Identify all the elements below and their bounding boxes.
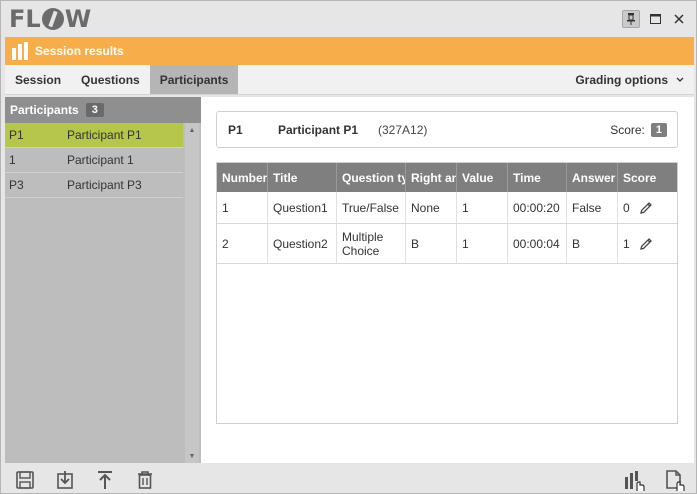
cell-score: 0 bbox=[618, 192, 677, 223]
bar-chart-icon bbox=[12, 42, 28, 60]
cell-title: Question2 bbox=[268, 224, 337, 263]
participant-name: Participant P1 bbox=[67, 128, 142, 142]
cell-score: 1 bbox=[618, 224, 677, 263]
cell-answer: False bbox=[567, 192, 618, 223]
save-icon[interactable] bbox=[14, 469, 36, 491]
cell-question-type: True/False bbox=[337, 192, 406, 223]
cell-value: 1 bbox=[457, 192, 508, 223]
tab-questions[interactable]: Questions bbox=[71, 65, 150, 94]
participant-id: P1 bbox=[9, 128, 24, 142]
table-row[interactable]: 1 Question1 True/False None 1 00:00:20 F… bbox=[217, 192, 677, 224]
title-bar: FL W bbox=[1, 1, 696, 36]
cell-right-answer: B bbox=[406, 224, 457, 263]
maximize-icon[interactable] bbox=[646, 10, 664, 28]
cell-time: 00:00:04 bbox=[508, 224, 567, 263]
trash-icon[interactable] bbox=[134, 469, 156, 491]
column-header-time[interactable]: Time bbox=[508, 163, 567, 192]
chart-icon[interactable] bbox=[623, 469, 645, 491]
selected-participant-name: Participant P1 bbox=[278, 122, 359, 137]
participants-title: Participants bbox=[10, 103, 79, 117]
column-header-question-type[interactable]: Question ty bbox=[337, 163, 406, 192]
selected-participant-id: P1 bbox=[228, 122, 243, 137]
tab-participants[interactable]: Participants bbox=[149, 65, 239, 94]
window-controls bbox=[622, 10, 688, 28]
participant-row[interactable]: P3 Participant P3 bbox=[5, 173, 183, 198]
import-icon[interactable] bbox=[54, 469, 76, 491]
participant-name: Participant P3 bbox=[67, 178, 142, 192]
column-header-score[interactable]: Score bbox=[618, 163, 677, 192]
cell-value: 1 bbox=[457, 224, 508, 263]
participant-info-box: P1 Participant P1 (327A12) Score: 1 bbox=[216, 111, 678, 148]
grading-options-label: Grading options bbox=[575, 72, 668, 87]
results-table: Number Title Question ty Right an Value … bbox=[216, 162, 678, 424]
flow-logo: FL W bbox=[9, 5, 92, 33]
cell-right-answer: None bbox=[406, 192, 457, 223]
column-header-title[interactable]: Title bbox=[268, 163, 337, 192]
participant-row[interactable]: 1 Participant 1 bbox=[5, 148, 183, 173]
cell-number: 2 bbox=[217, 224, 268, 263]
cell-title: Question1 bbox=[268, 192, 337, 223]
participant-detail-panel: P1 Participant P1 (327A12) Score: 1 Numb… bbox=[201, 97, 694, 463]
chevron-down-icon bbox=[676, 77, 684, 82]
cell-number: 1 bbox=[217, 192, 268, 223]
cell-answer: B bbox=[567, 224, 618, 263]
column-header-number[interactable]: Number bbox=[217, 163, 268, 192]
tab-bar: Session Questions Participants Grading o… bbox=[5, 65, 694, 95]
column-header-answer[interactable]: Answer bbox=[567, 163, 618, 192]
scroll-up-icon[interactable]: ▲ bbox=[185, 123, 199, 137]
scroll-down-icon[interactable]: ▼ bbox=[185, 449, 199, 463]
pin-icon[interactable] bbox=[622, 10, 640, 28]
score-badge: 1 bbox=[650, 122, 667, 137]
cell-time: 00:00:20 bbox=[508, 192, 567, 223]
score-label: Score: bbox=[610, 122, 645, 137]
participants-count-badge: 3 bbox=[85, 103, 104, 117]
cell-question-type: Multiple Choice bbox=[337, 224, 406, 263]
table-header: Number Title Question ty Right an Value … bbox=[217, 163, 677, 192]
score-display: Score: 1 bbox=[610, 122, 677, 137]
participant-row[interactable]: P1 Participant P1 bbox=[5, 123, 183, 148]
participant-id: P3 bbox=[9, 178, 24, 192]
column-header-value[interactable]: Value bbox=[457, 163, 508, 192]
app-window: FL W Session results Session Questions Pa… bbox=[0, 0, 697, 494]
participants-list: P1 Participant P1 1 Participant 1 P3 Par… bbox=[5, 123, 183, 198]
session-results-header: Session results bbox=[5, 37, 694, 65]
table-row[interactable]: 2 Question2 Multiple Choice B 1 00:00:04… bbox=[217, 224, 677, 264]
tab-session[interactable]: Session bbox=[5, 65, 71, 94]
report-icon[interactable] bbox=[664, 469, 686, 491]
participant-name: Participant 1 bbox=[67, 153, 134, 167]
participants-panel: Participants 3 P1 Participant P1 1 Parti… bbox=[5, 97, 201, 463]
grading-options-dropdown[interactable]: Grading options bbox=[575, 65, 694, 94]
cell-score-value: 0 bbox=[623, 200, 630, 215]
pencil-icon[interactable] bbox=[638, 200, 654, 216]
participant-id: 1 bbox=[9, 153, 16, 167]
participants-panel-header: Participants 3 bbox=[5, 97, 201, 123]
export-icon[interactable] bbox=[94, 469, 116, 491]
cell-score-value: 1 bbox=[623, 236, 630, 251]
bottom-toolbar bbox=[1, 464, 696, 493]
close-icon[interactable] bbox=[670, 10, 688, 28]
pencil-icon[interactable] bbox=[638, 236, 654, 252]
header-title: Session results bbox=[35, 44, 124, 58]
participants-scrollbar[interactable]: ▲ ▼ bbox=[185, 123, 199, 463]
column-header-right-answer[interactable]: Right an bbox=[406, 163, 457, 192]
selected-participant-code: (327A12) bbox=[378, 122, 428, 137]
